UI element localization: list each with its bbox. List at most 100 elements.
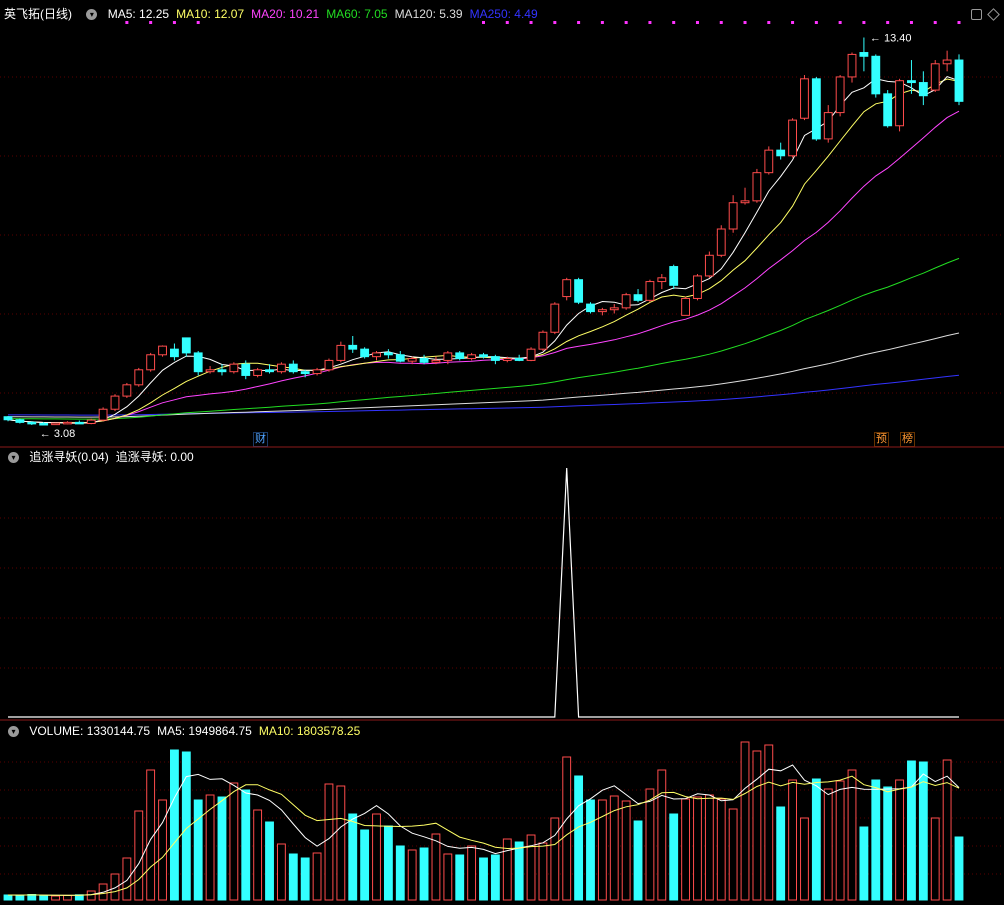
candle: [467, 354, 477, 360]
ma20-line: [7, 110, 960, 424]
volume-bar: [193, 799, 203, 901]
candle: [98, 408, 108, 421]
candle: [800, 78, 809, 119]
candle: [752, 172, 762, 202]
signal-dot: [933, 21, 937, 24]
candle: [502, 358, 512, 361]
volume-bar: [740, 741, 750, 901]
candle: [895, 80, 904, 127]
candle: [348, 344, 358, 350]
signal-dot: [172, 21, 176, 24]
volume-bar: [800, 817, 809, 901]
candle: [372, 352, 381, 358]
volume-bar: [693, 796, 702, 901]
signal-dot: [149, 21, 153, 24]
candle: [859, 52, 869, 57]
volume-bar: [704, 794, 714, 901]
volume-bar: [3, 894, 13, 901]
volume-bar: [39, 895, 49, 901]
signal-dot: [672, 21, 676, 24]
candle: [930, 63, 940, 91]
candle: [847, 53, 857, 78]
signal-dot: [814, 21, 818, 24]
volume-bar: [122, 857, 132, 901]
candle: [550, 303, 560, 333]
volume-bar: [455, 854, 465, 901]
candle: [883, 93, 893, 127]
candle: [312, 369, 322, 375]
candle: [621, 294, 631, 309]
candle: [265, 369, 274, 373]
candle: [217, 369, 227, 373]
volume-bar: [562, 756, 572, 901]
signal-dot: [624, 21, 628, 24]
candle: [776, 149, 786, 157]
signal-dot: [648, 21, 652, 24]
signal-dot: [695, 21, 699, 24]
candle: [455, 352, 465, 360]
volume-bar: [63, 895, 72, 901]
volume-bar: [217, 796, 227, 901]
candle: [907, 80, 916, 84]
volume-bar: [467, 845, 477, 901]
volume-bar: [443, 853, 453, 901]
volume-bar: [288, 853, 298, 901]
volume-bar: [490, 854, 500, 901]
candle: [431, 359, 441, 363]
signal-dot: [553, 21, 557, 24]
candle: [871, 55, 881, 95]
candle: [823, 112, 833, 140]
signal-dot: [767, 21, 771, 24]
candle: [954, 59, 964, 102]
candle: [205, 369, 215, 373]
volume-bar: [324, 783, 334, 901]
candle: [740, 200, 750, 204]
candle: [241, 363, 251, 376]
candle: [27, 421, 37, 425]
signal-dot: [743, 21, 747, 24]
candle: [835, 76, 845, 114]
volume-bar: [657, 769, 667, 901]
candle: [229, 363, 239, 373]
volume-bar: [134, 810, 144, 901]
signal-dot: [909, 21, 913, 24]
volume-bar: [859, 826, 869, 901]
signal-dot: [886, 21, 890, 24]
candle: [693, 275, 702, 299]
volume-bar: [895, 779, 904, 901]
candle: [407, 358, 417, 362]
candle: [514, 358, 524, 361]
volume-bar: [764, 744, 774, 901]
volume-bar: [645, 788, 655, 901]
candle: [276, 363, 286, 373]
volume-bar: [300, 857, 310, 901]
volume-bar: [170, 749, 179, 901]
candle: [324, 359, 334, 371]
volume-bar: [419, 847, 429, 901]
signal-dot: [482, 21, 485, 24]
candle: [574, 279, 584, 303]
volume-bar: [847, 769, 857, 901]
candle: [63, 421, 72, 425]
candle: [395, 354, 405, 362]
indicator-line: [8, 467, 959, 718]
candle: [479, 354, 488, 358]
candle: [728, 202, 738, 230]
volume-bar: [621, 800, 631, 901]
candle: [681, 297, 691, 316]
signal-dot: [957, 21, 961, 24]
volume-bar: [907, 760, 916, 901]
candle: [918, 82, 928, 97]
volume-bar: [276, 843, 286, 901]
volume-bar: [788, 779, 797, 901]
candle: [158, 345, 167, 356]
ma120-line: [8, 332, 960, 418]
volume-bar: [538, 842, 548, 901]
signal-dot: [600, 21, 604, 24]
candle: [597, 309, 607, 313]
volume-bar: [681, 798, 691, 901]
candle: [586, 303, 595, 313]
volume-bar: [835, 780, 845, 901]
candle: [657, 277, 667, 283]
stock-chart[interactable]: ← 3.08 ← 13.40: [0, 0, 1004, 905]
